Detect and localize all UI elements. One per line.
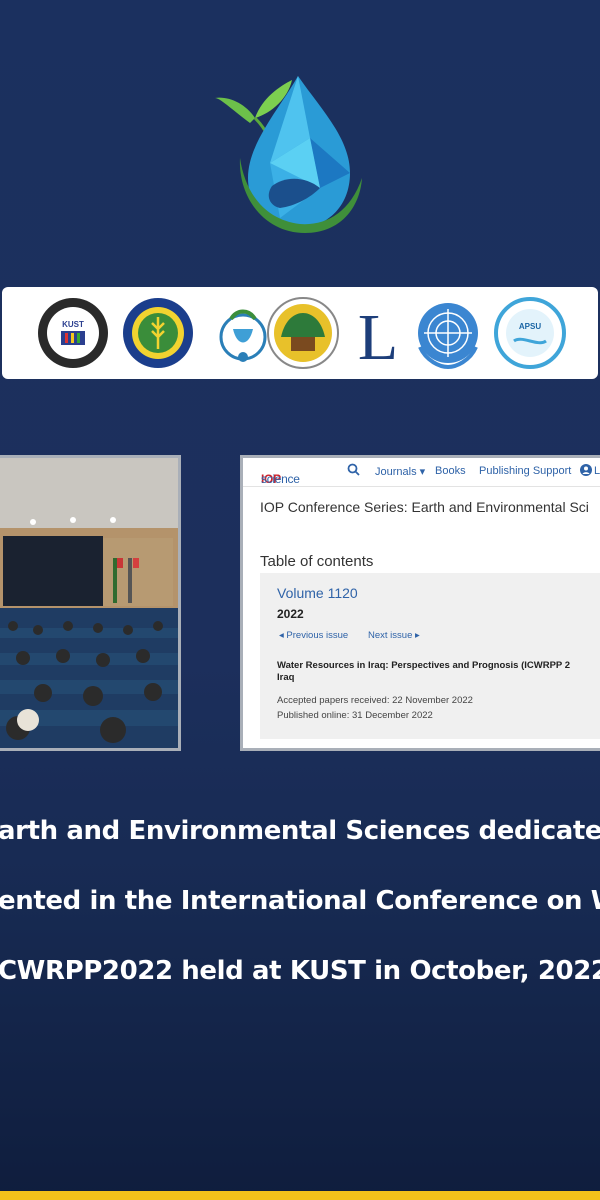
series-title[interactable]: IOP Conference Series: Earth and Environ… — [260, 499, 589, 515]
university-emblem-seal — [267, 297, 339, 369]
nav-login[interactable]: Lo — [594, 465, 600, 477]
caption-line-2: ented in the International Conference on… — [0, 886, 600, 916]
nav-journals[interactable]: Journals ▾ — [375, 465, 425, 478]
l-letter-logo: L — [358, 301, 398, 369]
conference-logo — [215, 76, 362, 233]
caption-line-1: arth and Environmental Sciences dedicate — [0, 816, 600, 846]
volume-info-box: Volume 1120 2022 ◂ Previous issue Next i… — [260, 573, 600, 739]
volume-year: 2022 — [277, 607, 304, 621]
kust-university-seal: KUST — [38, 298, 108, 368]
toc-heading: Table of contents — [260, 553, 374, 570]
user-icon[interactable] — [580, 464, 592, 479]
agriculture-ministry-seal — [123, 298, 193, 368]
bottom-accent-bar — [0, 1191, 600, 1200]
next-issue-link[interactable]: Next issue ▸ — [368, 630, 420, 641]
conference-photo — [0, 455, 181, 751]
partner-logos-strip: KUST L APSU — [2, 287, 598, 379]
published-date: Published online: 31 December 2022 — [277, 710, 433, 721]
nav-publishing-support[interactable]: Publishing Support — [479, 465, 571, 477]
svg-text:L: L — [358, 301, 398, 369]
caption-line-3: CWRPP2022 held at KUST in October, 2022 — [0, 956, 600, 986]
previous-issue-link[interactable]: ◂ Previous issue — [279, 630, 348, 641]
nav-books[interactable]: Books — [435, 465, 466, 477]
iop-science-screenshot: IOP science Journals ▾ Books Publishing S… — [240, 455, 600, 751]
iop-nav-bar: IOP science Journals ▾ Books Publishing S… — [243, 458, 600, 487]
svg-text:APSU: APSU — [519, 322, 541, 331]
conference-title-line1: Water Resources in Iraq: Perspectives an… — [277, 660, 571, 671]
conference-title: Water Resources in Iraq: Perspectives an… — [277, 660, 600, 684]
united-nations-seal — [418, 303, 478, 369]
search-icon[interactable] — [347, 463, 360, 479]
accepted-date: Accepted papers received: 22 November 20… — [277, 695, 473, 706]
conference-title-line2: Iraq — [277, 672, 295, 683]
volume-title[interactable]: Volume 1120 — [277, 585, 358, 601]
svg-text:KUST: KUST — [62, 320, 84, 329]
apsu-society-seal: APSU — [494, 297, 566, 369]
